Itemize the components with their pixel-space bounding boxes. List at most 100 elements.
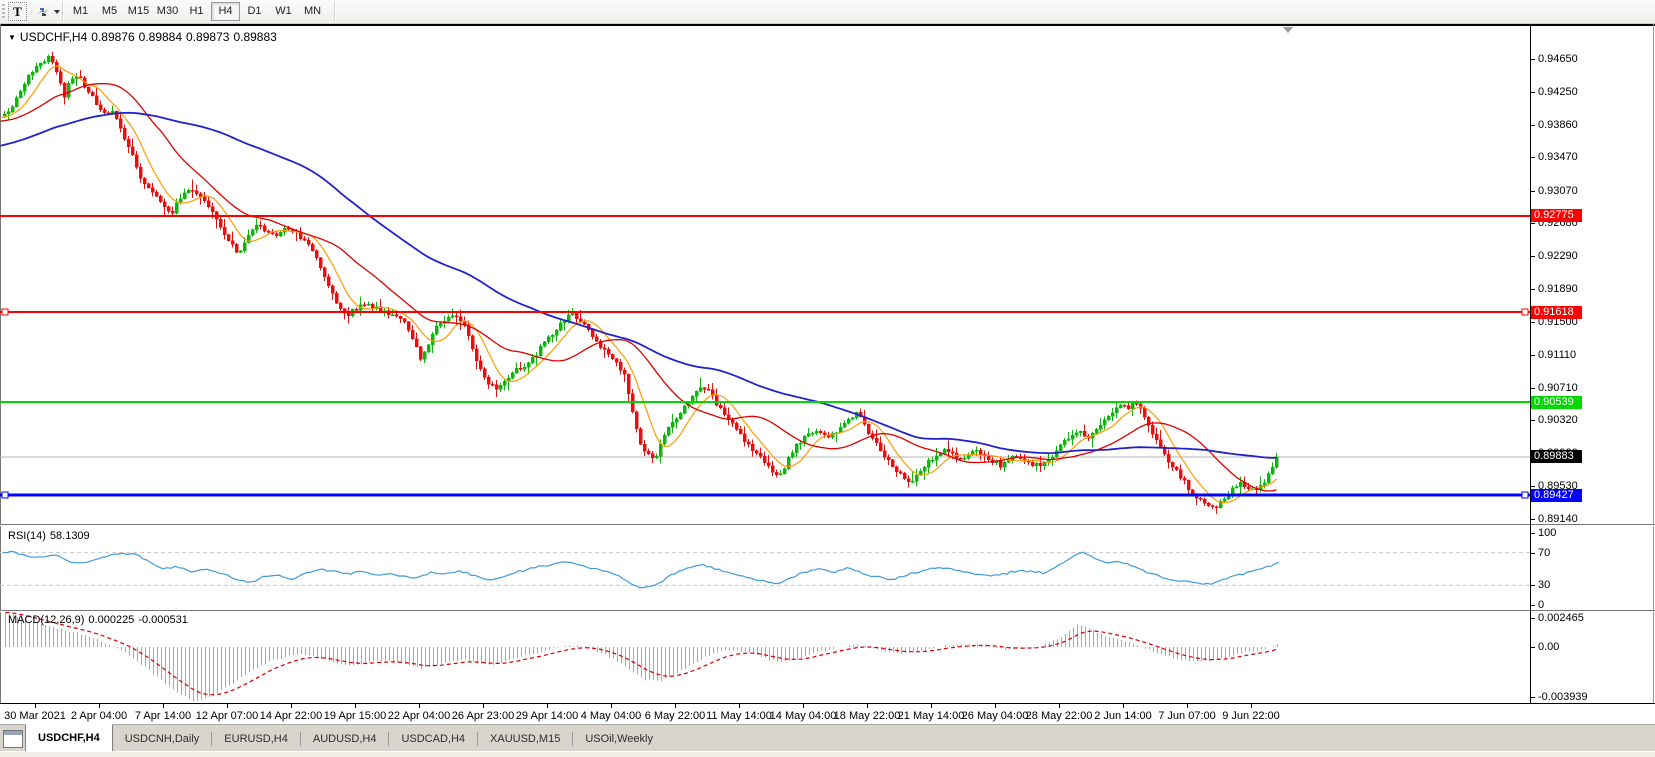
- axis-tick-mark: [1531, 355, 1535, 356]
- price-axis-line: [1530, 26, 1531, 704]
- chart-tab-usdchf[interactable]: USDCHF,H4: [25, 724, 113, 752]
- date-label: 22 Apr 04:00: [387, 710, 451, 722]
- hline-handle[interactable]: [1, 308, 9, 316]
- horizontal-scrollbar[interactable]: [0, 751, 1655, 757]
- chart-tab-usdcnh[interactable]: USDCNH,Daily: [113, 725, 212, 752]
- date-label: 6 May 22:00: [644, 710, 706, 722]
- time-axis[interactable]: 30 Mar 2021 2 Apr 04:00 7 Apr 14:00 12 Apr …: [0, 703, 1655, 725]
- rsi-tick-label: 100: [1538, 527, 1557, 539]
- time-tick-mark: [483, 704, 484, 708]
- time-tick-mark: [739, 704, 740, 708]
- date-label: 11 May 14:00: [706, 710, 772, 722]
- macd-tick-label: 0.002465: [1538, 612, 1584, 624]
- date-label: 18 May 22:00: [833, 710, 901, 722]
- symbol-label: USDCHF,H4: [19, 30, 88, 44]
- hline-handle[interactable]: [1521, 491, 1529, 499]
- date-label: 2 Apr 04:00: [70, 710, 128, 722]
- date-label: 2 Jun 14:00: [1094, 710, 1152, 722]
- date-label: 14 May 04:00: [769, 710, 837, 722]
- chart-tab-audusd[interactable]: AUDUSD,H4: [301, 725, 389, 752]
- price-tick-label: 0.91110: [1538, 349, 1577, 361]
- chart-tab-eurusd[interactable]: EURUSD,H4: [212, 725, 300, 752]
- time-tick-mark: [931, 704, 932, 708]
- time-tick-mark: [163, 704, 164, 708]
- price-tick-label: 0.92290: [1538, 250, 1578, 262]
- price-badge: 0.92775: [1531, 209, 1582, 222]
- date-label: 7 Jun 07:00: [1158, 710, 1216, 722]
- time-tick-mark: [1059, 704, 1060, 708]
- axis-tick-mark: [1531, 618, 1535, 619]
- date-label: 19 Apr 15:00: [323, 710, 387, 722]
- low-value: 0.89873: [186, 30, 230, 44]
- price-tick-label: 0.90320: [1538, 414, 1578, 426]
- axis-tick-mark: [1531, 585, 1535, 586]
- price-badge: 0.90539: [1531, 396, 1582, 409]
- time-tick-mark: [355, 704, 356, 708]
- date-label: 12 Apr 07:00: [195, 710, 259, 722]
- macd-main-value: 0.000225: [88, 614, 135, 626]
- time-tick-mark: [35, 704, 36, 708]
- time-tick-mark: [803, 704, 804, 708]
- chart-shift-marker-icon[interactable]: [1283, 27, 1293, 33]
- price-tick-label: 0.94250: [1538, 86, 1578, 98]
- axis-tick-mark: [1531, 553, 1535, 554]
- panel-separator[interactable]: [0, 610, 1655, 611]
- time-tick-mark: [995, 704, 996, 708]
- price-badge: 0.89427: [1531, 489, 1582, 502]
- chart-tab-usdcad[interactable]: USDCAD,H4: [389, 725, 477, 752]
- axis-tick-mark: [1531, 647, 1535, 648]
- rsi-caption: RSI(14) 58.1309: [8, 530, 94, 542]
- price-badge: 0.89883: [1531, 450, 1582, 463]
- chart-tab-xauusd[interactable]: XAUUSD,M15: [478, 725, 572, 752]
- date-label: 9 Jun 22:00: [1222, 710, 1280, 722]
- time-tick-mark: [1123, 704, 1124, 708]
- chart-tabs-bar: USDCHF,H4 USDCNH,Daily EURUSD,H4 AUDUSD,H4 U…: [0, 724, 1655, 752]
- rsi-label: RSI(14): [8, 530, 46, 542]
- chart-window-icon[interactable]: [3, 730, 23, 748]
- date-label: 28 May 22:00: [1025, 710, 1093, 722]
- time-tick-mark: [611, 704, 612, 708]
- axis-tick-mark: [1531, 157, 1535, 158]
- rsi-tick-label: 0: [1538, 599, 1545, 611]
- collapse-arrow-icon[interactable]: ▼: [8, 33, 16, 42]
- time-tick-mark: [547, 704, 548, 708]
- chart-tab-usoil[interactable]: USOil,Weekly: [573, 725, 665, 752]
- date-label: 26 May 04:00: [961, 710, 1029, 722]
- time-tick-mark: [867, 704, 868, 708]
- high-value: 0.89884: [138, 30, 183, 44]
- axis-tick-mark: [1531, 388, 1535, 389]
- price-tick-label: 0.90710: [1538, 382, 1578, 394]
- time-tick-mark: [99, 704, 100, 708]
- date-label: 30 Mar 2021: [4, 710, 66, 722]
- axis-tick-mark: [1531, 322, 1535, 323]
- rsi-value: 58.1309: [49, 530, 90, 542]
- price-tick-label: 0.89140: [1538, 513, 1578, 525]
- axis-tick-mark: [1531, 420, 1535, 421]
- chart-window-border: [1653, 24, 1654, 757]
- hline-handle[interactable]: [1, 491, 9, 499]
- date-label: 4 May 04:00: [580, 710, 642, 722]
- price-tick-label: 0.93860: [1538, 119, 1578, 131]
- open-value: 0.89876: [91, 30, 135, 44]
- time-tick-mark: [1187, 704, 1188, 708]
- date-label: 26 Apr 23:00: [451, 710, 515, 722]
- panel-separator[interactable]: [0, 524, 1655, 525]
- mt4-window: T M1 M5 M15 M30 H1 H4 D1 W1 MN ▼ USDCHF,H4 0.89876…: [0, 0, 1655, 757]
- hline-handle[interactable]: [1521, 308, 1529, 316]
- macd-signal-value: -0.000531: [138, 614, 188, 626]
- axis-tick-mark: [1531, 533, 1535, 534]
- macd-label: MACD(12,26,9): [8, 614, 85, 626]
- axis-tick-mark: [1531, 256, 1535, 257]
- axis-tick-mark: [1531, 697, 1535, 698]
- chart-canvas[interactable]: [0, 0, 1530, 703]
- date-label: 14 Apr 22:00: [259, 710, 323, 722]
- time-tick-mark: [419, 704, 420, 708]
- time-tick-mark: [291, 704, 292, 708]
- close-value: 0.89883: [233, 30, 277, 44]
- axis-tick-mark: [1531, 191, 1535, 192]
- time-tick-mark: [675, 704, 676, 708]
- macd-caption: MACD(12,26,9) 0.000225 -0.000531: [8, 614, 192, 626]
- date-label: 29 Apr 14:00: [515, 710, 579, 722]
- date-label: 21 May 14:00: [897, 710, 965, 722]
- axis-tick-mark: [1531, 125, 1535, 126]
